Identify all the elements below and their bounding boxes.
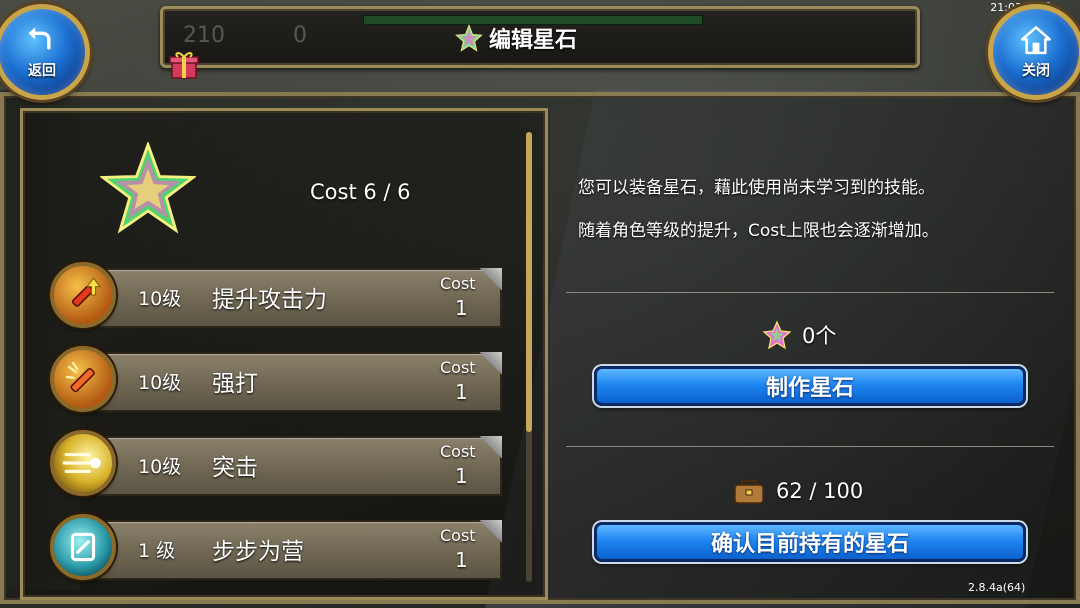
back-arrow-icon [28,27,51,50]
craft-starstone-button[interactable]: 制作星石 [594,366,1026,406]
page-title-text: 编辑星石 [489,28,578,53]
corner-ornament [474,436,502,464]
skill-level: 10级 [138,372,182,394]
skill-name: 突击 [212,455,258,481]
skill-cost-value: 1 [455,380,468,404]
close-button-label: 关闭 [1022,63,1050,79]
bag-icon [734,480,764,504]
skill-level: 10级 [138,288,182,310]
divider [566,292,1054,293]
skill-list-scrollbar[interactable] [526,132,532,582]
skill-icon [50,514,116,580]
corner-ornament [474,352,502,380]
starstone-large-icon [100,142,196,234]
description-line-2: 随着角色等级的提升，Cost上限也会逐渐增加。 [578,221,939,241]
version-label: 2.8.4a(64) [968,581,1026,594]
stance-icon [70,532,96,562]
skill-level: 1 级 [138,540,176,562]
description-line-1: 您可以装备星石，藉此使用尚未学习到的技能。 [578,178,935,198]
skill-icon [50,262,116,328]
divider [566,446,1054,447]
skill-cost-value: 1 [455,548,468,572]
starstone-icon [455,24,483,52]
skill-cost-label: Cost [440,274,476,293]
skill-cost-value: 1 [455,464,468,488]
gift-icon[interactable] [168,48,200,80]
scrollbar-thumb[interactable] [526,132,532,432]
skill-name: 提升攻击力 [212,287,327,313]
sword-attack-up-icon [71,277,101,307]
skill-row[interactable]: 1 级 步步为营 Cost 1 [50,514,502,582]
header-ghost-number-2: 0 [293,23,307,48]
skill-icon [50,430,116,496]
skill-row[interactable]: 10级 突击 Cost 1 [50,430,502,498]
page-title: 编辑星石 [455,22,577,54]
cost-total: Cost 6 / 6 [310,180,411,204]
skill-name: 强打 [212,371,258,397]
skill-icon [50,346,116,412]
skill-cost-value: 1 [455,296,468,320]
corner-ornament [474,268,502,296]
skill-cost-label: Cost [440,358,476,377]
starstone-count-row: 0个 [762,320,836,350]
close-button[interactable]: 关闭 [988,4,1080,100]
sword-strike-icon [66,361,95,393]
skill-name: 步步为营 [212,539,304,565]
confirm-starstones-button[interactable]: 确认目前持有的星石 [594,522,1026,562]
home-icon [1021,26,1051,55]
skill-row[interactable]: 10级 提升攻击力 Cost 1 [50,262,502,330]
starstone-count: 0个 [802,324,837,348]
header-ghost-number: 210 [183,23,225,48]
dash-icon [62,453,101,473]
starstone-small-icon [762,320,792,350]
skill-level: 10级 [138,456,182,478]
skill-cost-label: Cost [440,442,476,461]
bag-count-row: 62 / 100 [732,476,863,506]
skill-cost-label: Cost [440,526,476,545]
corner-ornament [474,520,502,548]
skill-row[interactable]: 10级 强打 Cost 1 [50,346,502,414]
bag-count: 62 / 100 [776,479,864,503]
back-button-label: 返回 [28,63,56,79]
